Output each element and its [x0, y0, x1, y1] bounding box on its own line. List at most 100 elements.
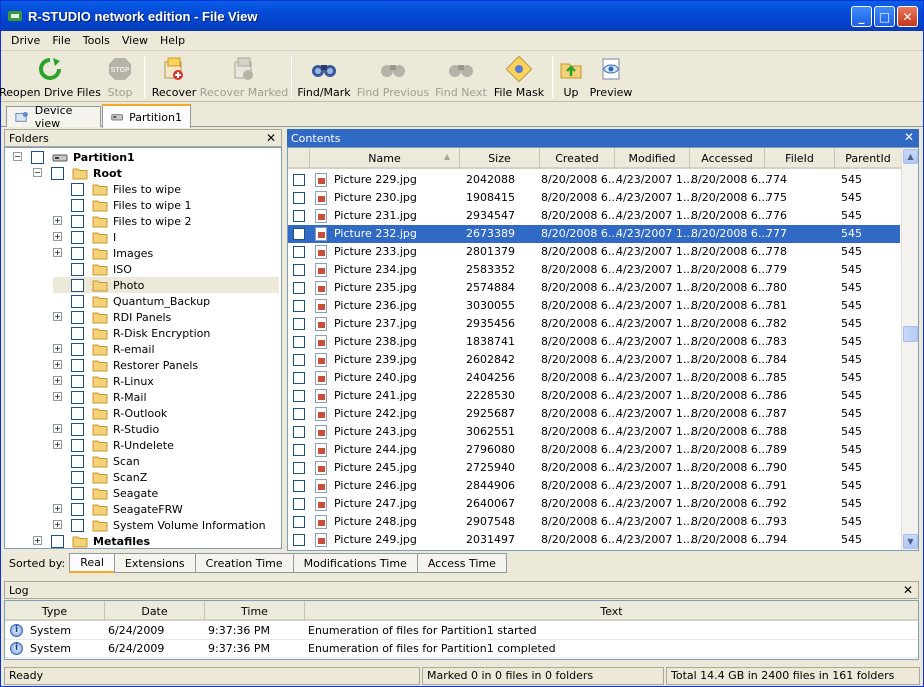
col-size[interactable]: Size — [460, 148, 540, 168]
expander-minus-icon[interactable]: − — [13, 152, 22, 161]
file-checkbox[interactable] — [293, 228, 305, 240]
find-previous-button[interactable]: Find Previous — [353, 52, 433, 100]
col-check[interactable] — [288, 148, 310, 168]
log-row[interactable]: i System 6/24/2009 9:37:36 PM Enumeratio… — [5, 640, 918, 658]
tree-checkbox[interactable] — [71, 374, 84, 388]
file-row[interactable]: Picture 246.jpg 2844906 8/20/2008 6... 4/23… — [288, 477, 900, 495]
sort-tab-extensions[interactable]: Extensions — [113, 553, 196, 573]
tree-checkbox[interactable] — [71, 310, 84, 324]
tree-checkbox[interactable] — [71, 342, 84, 356]
file-checkbox[interactable] — [293, 498, 305, 510]
expander-plus-icon[interactable]: + — [53, 392, 62, 401]
tree-checkbox[interactable] — [71, 182, 84, 196]
file-row[interactable]: Picture 235.jpg 2574884 8/20/2008 6... 4/23… — [288, 279, 900, 297]
expander-plus-icon[interactable]: + — [53, 424, 62, 433]
file-row[interactable]: Picture 231.jpg 2934547 8/20/2008 6... 4/23… — [288, 207, 900, 225]
col-modified[interactable]: Modified — [615, 148, 690, 168]
file-row[interactable]: Picture 240.jpg 2404256 8/20/2008 6... 4/23… — [288, 369, 900, 387]
tree-checkbox[interactable] — [71, 230, 84, 244]
log-row[interactable]: i System 6/24/2009 9:37:36 PM Enumeratio… — [5, 622, 918, 640]
menu-file[interactable]: File — [46, 34, 76, 47]
tree-item[interactable]: Files to wipe — [53, 181, 279, 197]
file-row[interactable]: Picture 242.jpg 2925687 8/20/2008 6... 4/23… — [288, 405, 900, 423]
maximize-button[interactable]: □ — [874, 6, 895, 27]
file-row[interactable]: Picture 233.jpg 2801379 8/20/2008 6... 4/23… — [288, 243, 900, 261]
expander-plus-icon[interactable]: + — [53, 520, 62, 529]
file-checkbox[interactable] — [293, 354, 305, 366]
file-checkbox[interactable] — [293, 372, 305, 384]
tree-item[interactable]: − Partition1 — [13, 149, 279, 165]
tree-item[interactable]: + R-email — [53, 341, 279, 357]
file-checkbox[interactable] — [293, 336, 305, 348]
file-row[interactable]: Picture 230.jpg 1908415 8/20/2008 6... 4/23… — [288, 189, 900, 207]
tree-item[interactable]: Scan — [53, 453, 279, 469]
stop-button[interactable]: STOP Stop — [99, 52, 141, 100]
tree-item[interactable]: + R-Linux — [53, 373, 279, 389]
file-checkbox[interactable] — [293, 192, 305, 204]
tree-checkbox[interactable] — [71, 326, 84, 340]
log-col-time[interactable]: Time — [205, 601, 305, 621]
tree-checkbox[interactable] — [71, 262, 84, 276]
col-parentid[interactable]: ParentId — [835, 148, 902, 168]
tree-item[interactable]: ScanZ — [53, 469, 279, 485]
expander-plus-icon[interactable]: + — [53, 504, 62, 513]
file-checkbox[interactable] — [293, 390, 305, 402]
col-name[interactable]: Name — [310, 148, 460, 168]
close-log-icon[interactable]: ✕ — [903, 583, 913, 597]
scroll-down-icon[interactable]: ▼ — [903, 534, 918, 549]
file-row[interactable]: Picture 248.jpg 2907548 8/20/2008 6... 4/23… — [288, 513, 900, 531]
expander-plus-icon[interactable]: + — [33, 536, 42, 545]
tree-checkbox[interactable] — [71, 454, 84, 468]
expander-plus-icon[interactable]: + — [53, 232, 62, 241]
menu-drive[interactable]: Drive — [5, 34, 46, 47]
file-checkbox[interactable] — [293, 210, 305, 222]
tab-device-view[interactable]: Device view — [6, 104, 101, 130]
find-next-button[interactable]: Find Next — [433, 52, 489, 100]
expander-plus-icon[interactable]: + — [53, 248, 62, 257]
expander-plus-icon[interactable]: + — [53, 360, 62, 369]
expander-plus-icon[interactable]: + — [53, 216, 62, 225]
file-checkbox[interactable] — [293, 480, 305, 492]
sort-tab-modifications-time[interactable]: Modifications Time — [292, 553, 418, 573]
tab-partition1[interactable]: Partition1 — [102, 104, 191, 128]
expander-plus-icon[interactable]: + — [53, 344, 62, 353]
file-checkbox[interactable] — [293, 246, 305, 258]
tree-item[interactable]: R-Outlook — [53, 405, 279, 421]
expander-minus-icon[interactable]: − — [33, 168, 42, 177]
file-row[interactable]: Picture 232.jpg 2673389 8/20/2008 6... 4/23… — [288, 225, 900, 243]
minimize-button[interactable]: _ — [851, 6, 872, 27]
tree-checkbox[interactable] — [71, 518, 84, 532]
tree-checkbox[interactable] — [71, 198, 84, 212]
file-row[interactable]: Picture 244.jpg 2796080 8/20/2008 6... 4/23… — [288, 441, 900, 459]
tree-checkbox[interactable] — [71, 294, 84, 308]
recover-button[interactable]: Recover — [148, 52, 200, 100]
expander-plus-icon[interactable]: + — [53, 312, 62, 321]
up-button[interactable]: Up — [556, 52, 586, 100]
file-row[interactable]: Picture 236.jpg 3030055 8/20/2008 6... 4/23… — [288, 297, 900, 315]
sort-tab-access-time[interactable]: Access Time — [416, 553, 507, 573]
log-list[interactable]: Type Date Time Text i System 6/24/2009 9… — [4, 600, 919, 660]
file-row[interactable]: Picture 249.jpg 2031497 8/20/2008 6... 4/23… — [288, 531, 900, 549]
file-checkbox[interactable] — [293, 174, 305, 186]
file-checkbox[interactable] — [293, 282, 305, 294]
file-checkbox[interactable] — [293, 444, 305, 456]
close-folders-icon[interactable]: ✕ — [266, 131, 276, 145]
file-checkbox[interactable] — [293, 408, 305, 420]
expander-plus-icon[interactable]: + — [53, 376, 62, 385]
tree-checkbox[interactable] — [71, 470, 84, 484]
tree-item[interactable]: + Metafiles — [33, 533, 279, 548]
file-checkbox[interactable] — [293, 300, 305, 312]
file-checkbox[interactable] — [293, 534, 305, 546]
close-button[interactable]: ✕ — [897, 6, 918, 27]
tree-item[interactable]: Photo — [53, 277, 279, 293]
tree-item[interactable]: + R-Mail — [53, 389, 279, 405]
tree-checkbox[interactable] — [71, 278, 84, 292]
scroll-up-icon[interactable]: ▲ — [903, 149, 918, 164]
tree-item[interactable]: Quantum_Backup — [53, 293, 279, 309]
scroll-thumb[interactable] — [903, 326, 918, 342]
tree-checkbox[interactable] — [71, 246, 84, 260]
file-checkbox[interactable] — [293, 264, 305, 276]
file-row[interactable]: Picture 245.jpg 2725940 8/20/2008 6... 4/23… — [288, 459, 900, 477]
find-mark-button[interactable]: Find/Mark — [295, 52, 353, 100]
tree-item[interactable]: R-Disk Encryption — [53, 325, 279, 341]
